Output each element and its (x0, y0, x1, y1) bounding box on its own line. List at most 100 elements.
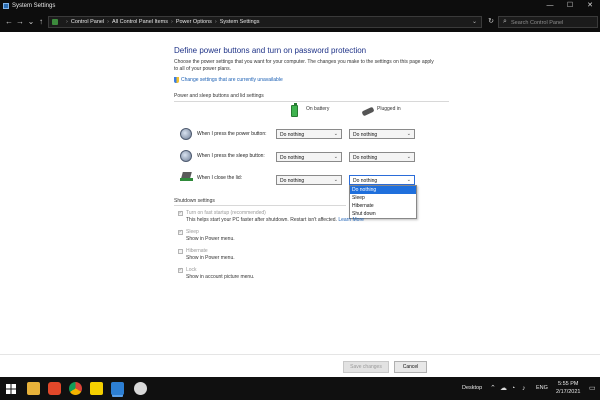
change-settings-link[interactable]: Change settings that are currently unava… (174, 77, 283, 83)
learn-more-link[interactable]: Learn More (338, 217, 364, 223)
fast-startup-label: Turn on fast startup (recommended) (186, 210, 266, 216)
column-plugged-in: Plugged in (377, 106, 401, 112)
start-windows-icon[interactable] (6, 384, 16, 394)
main-content: Define power buttons and turn on passwor… (0, 32, 600, 355)
sleep-checkbox[interactable] (178, 229, 183, 235)
power-button-plugged-select[interactable]: Do nothing ⌄ (349, 129, 415, 139)
hibernate-checkbox[interactable] (178, 249, 183, 254)
shutdown-section-title: Shutdown settings (174, 198, 215, 204)
lid-battery-select[interactable]: Do nothing ⌄ (276, 175, 342, 185)
recent-locations-button[interactable]: ⌄ (26, 17, 36, 27)
change-settings-link-text[interactable]: Change settings that are currently unava… (181, 77, 283, 83)
select-value: Do nothing (280, 132, 305, 138)
control-panel-icon (3, 3, 9, 9)
title-bar: System Settings — ☐ ✕ (0, 0, 600, 12)
laptop-lid-icon (180, 172, 193, 182)
save-changes-button[interactable]: Save changes (343, 361, 389, 373)
select-value: Do nothing (353, 155, 378, 161)
chevron-down-icon: ⌄ (406, 177, 411, 183)
power-button-label: When I press the power button: (197, 131, 267, 137)
back-button[interactable]: ← (4, 17, 14, 27)
lid-label: When I close the lid: (197, 175, 243, 181)
chevron-down-icon: ⌄ (406, 154, 411, 160)
address-bar[interactable]: › Control Panel › All Control Panel Item… (48, 16, 482, 28)
up-button[interactable]: ↑ (36, 17, 46, 27)
chevron-down-icon: ⌄ (333, 131, 338, 137)
address-dropdown-icon[interactable]: ⌄ (472, 18, 477, 25)
fast-startup-option: Turn on fast startup (recommended) This … (178, 210, 364, 224)
column-on-battery: On battery (306, 106, 330, 112)
lock-option-label: Lock (186, 267, 197, 273)
lid-plugged-select[interactable]: Do nothing ⌄ (349, 175, 415, 185)
fast-startup-checkbox[interactable] (178, 210, 183, 216)
desktop-toolbar-label[interactable]: Desktop (462, 385, 482, 391)
search-box[interactable]: ⌕ (498, 16, 598, 28)
sleep-button-battery-select[interactable]: Do nothing ⌄ (276, 152, 342, 162)
select-value: Do nothing (353, 178, 378, 184)
brave-browser-icon[interactable] (48, 382, 61, 395)
hibernate-option-description: Show in Power menu. (186, 255, 235, 261)
breadcrumb-control-panel[interactable]: Control Panel (71, 19, 104, 25)
notification-icon[interactable]: ▭ (589, 385, 596, 392)
cancel-button[interactable]: Cancel (394, 361, 427, 373)
taskbar: Desktop ⌃ ☁ ◔ ♪ ENG 5:55 PM 2/17/2021 ▭ (0, 377, 600, 400)
language-indicator[interactable]: ENG (536, 385, 548, 391)
uac-shield-icon (174, 77, 179, 83)
power-section-title: Power and sleep buttons and lid settings (174, 93, 264, 99)
clock-time[interactable]: 5:55 PM (558, 381, 578, 387)
section-divider (174, 205, 346, 206)
lock-option: Lock Show in account picture menu. (178, 267, 254, 281)
sleep-option-label: Sleep (186, 229, 199, 235)
sleep-option-description: Show in Power menu. (186, 236, 235, 242)
wifi-icon[interactable]: ◔ (511, 385, 515, 392)
chevron-down-icon: ⌄ (333, 177, 338, 183)
breadcrumb-separator: › (66, 19, 68, 25)
chrome-icon[interactable] (69, 382, 82, 395)
fast-startup-description: This helps start your PC faster after sh… (186, 217, 337, 223)
section-divider (174, 101, 449, 102)
hibernate-option-label: Hibernate (186, 248, 208, 254)
clock-date[interactable]: 2/17/2021 (556, 389, 580, 395)
control-panel-crumb-icon (52, 19, 58, 25)
window-title: System Settings (12, 2, 56, 9)
battery-icon (291, 103, 298, 117)
close-button[interactable]: ✕ (580, 0, 600, 12)
file-explorer-icon[interactable] (27, 382, 40, 395)
breadcrumb-all-items[interactable]: All Control Panel Items (112, 19, 168, 25)
refresh-icon[interactable]: ↻ (486, 16, 496, 28)
breadcrumb: › Control Panel › All Control Panel Item… (63, 19, 259, 25)
forward-button[interactable]: → (15, 17, 25, 27)
maximize-button[interactable]: ☐ (560, 0, 580, 12)
breadcrumb-separator: › (107, 19, 110, 25)
search-input[interactable] (511, 18, 595, 27)
chevron-down-icon: ⌄ (333, 154, 338, 160)
dropdown-option-hibernate[interactable]: Hibernate (350, 202, 416, 210)
power-button-icon (180, 128, 192, 140)
breadcrumb-system-settings[interactable]: System Settings (220, 19, 260, 25)
control-panel-taskbar-icon[interactable] (111, 382, 124, 395)
lock-option-description: Show in account picture menu. (186, 274, 255, 280)
volume-icon[interactable]: ♪ (522, 385, 526, 392)
power-button-battery-select[interactable]: Do nothing ⌄ (276, 129, 342, 139)
app-taskbar-icon[interactable] (134, 382, 147, 395)
select-value: Do nothing (353, 132, 378, 138)
footer-divider (0, 354, 600, 355)
sleep-button-plugged-select[interactable]: Do nothing ⌄ (349, 152, 415, 162)
minimize-button[interactable]: — (540, 0, 560, 12)
chevron-up-icon[interactable]: ⌃ (490, 385, 496, 392)
sleep-button-icon (180, 150, 192, 162)
page-title: Define power buttons and turn on passwor… (174, 46, 367, 55)
select-value: Do nothing (280, 178, 305, 184)
onedrive-icon[interactable]: ☁ (500, 385, 507, 392)
breadcrumb-power-options[interactable]: Power Options (176, 19, 212, 25)
sticky-notes-icon[interactable] (90, 382, 103, 395)
sleep-option: Sleep Show in Power menu. (178, 229, 235, 243)
select-value: Do nothing (280, 155, 305, 161)
chevron-down-icon: ⌄ (406, 131, 411, 137)
lock-checkbox[interactable] (178, 267, 183, 273)
dropdown-option-do-nothing[interactable]: Do nothing (350, 186, 416, 194)
plug-icon (361, 106, 375, 117)
breadcrumb-separator: › (214, 19, 217, 25)
page-description: Choose the power settings that you want … (174, 59, 434, 72)
dropdown-option-sleep[interactable]: Sleep (350, 194, 416, 202)
